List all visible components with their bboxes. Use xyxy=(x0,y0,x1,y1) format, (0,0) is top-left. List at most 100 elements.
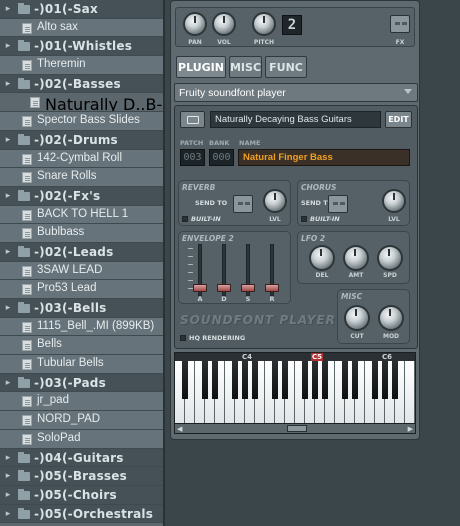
browser-file[interactable]: Tubular Bells xyxy=(0,355,163,374)
patch-name-field[interactable]: Natural Finger Bass xyxy=(238,149,410,166)
browser-file[interactable]: 1115_Bell_.MI (899KB) xyxy=(0,317,163,337)
soundfont-file-field[interactable]: Naturally Decaying Bass Guitars xyxy=(210,111,381,128)
piano-black-key[interactable] xyxy=(182,361,188,399)
piano-black-key[interactable] xyxy=(212,361,218,399)
browser-file[interactable]: 142-Cymbal Roll xyxy=(0,149,163,169)
browser-folder[interactable]: ▸ -)02(-Fx's xyxy=(0,186,163,206)
expand-arrow-icon[interactable]: ▸ xyxy=(3,453,13,463)
browser-folder[interactable]: ▸ -)05(-Orchestrals xyxy=(0,504,163,524)
reverb-send-button[interactable] xyxy=(233,195,253,213)
browser-file[interactable]: Snare Rolls xyxy=(0,168,163,187)
cutoff-knob[interactable] xyxy=(346,307,368,329)
chorus-level-knob[interactable] xyxy=(384,191,404,211)
browser-item-label: Bells xyxy=(37,338,62,351)
expand-arrow-icon[interactable]: ▸ xyxy=(3,509,13,519)
piano-black-key[interactable] xyxy=(202,361,208,399)
keyboard-scroll-thumb[interactable] xyxy=(287,425,307,432)
browser-folder[interactable]: ▸ -)02(-Drums xyxy=(0,130,163,150)
browser-file[interactable]: Bells xyxy=(0,336,163,356)
browser-folder[interactable]: ▸ -)02(-Leads xyxy=(0,242,163,262)
edit-button[interactable]: EDIT xyxy=(385,111,412,128)
plugin-select[interactable]: Fruity soundfont player xyxy=(174,83,418,102)
browser-folder[interactable]: ▸ -)01(-Sax xyxy=(0,0,163,19)
attack-slider-handle[interactable] xyxy=(193,284,207,292)
browser-item-label: -)01(-Whistles xyxy=(34,39,133,54)
browser-folder[interactable]: ▸ -)01(-Whistles xyxy=(0,37,163,57)
browser-folder[interactable]: ▸ -)02(-Basses xyxy=(0,74,163,94)
piano-black-key[interactable] xyxy=(232,361,238,399)
pitch-knob[interactable] xyxy=(254,14,274,34)
browser-file-selected[interactable]: Naturally D..B-Guitars xyxy=(0,93,163,113)
tab-misc[interactable]: MISC xyxy=(229,56,262,78)
piano-black-key[interactable] xyxy=(342,361,348,399)
expand-arrow-icon[interactable]: ▸ xyxy=(3,135,13,145)
piano-black-key[interactable] xyxy=(382,361,388,399)
chorus-builtin-checkbox[interactable] xyxy=(301,216,307,222)
tab-func[interactable]: FUNC xyxy=(265,56,307,78)
browser-folder[interactable]: ▸ -)03(-Bells xyxy=(0,299,163,318)
pan-knob[interactable] xyxy=(185,14,205,34)
browser-folder[interactable]: ▸ -)05(-Choirs xyxy=(0,485,163,505)
keyboard-scrollbar[interactable]: ◀ ▶ xyxy=(175,423,415,433)
fx-send-button[interactable] xyxy=(390,15,410,33)
browser-file[interactable]: NORD_PAD xyxy=(0,411,163,430)
browser-file[interactable]: Theremin xyxy=(0,56,163,75)
piano-black-key[interactable] xyxy=(282,361,288,399)
tab-plugin[interactable]: PLUGIN xyxy=(176,56,226,78)
lfo-speed-label: SPD xyxy=(383,272,397,279)
browser-folder[interactable]: ▸ -)04(-Guitars xyxy=(0,448,163,468)
piano-black-key[interactable] xyxy=(322,361,328,399)
bank-number[interactable]: 000 xyxy=(209,149,234,166)
browser-file[interactable]: Alto sax xyxy=(0,18,163,38)
browser-item-label: NORD_PAD xyxy=(37,413,101,426)
release-slider-handle[interactable] xyxy=(265,284,279,292)
browser-folder[interactable]: ▸ -)03(-Pads xyxy=(0,373,163,393)
modulation-knob[interactable] xyxy=(380,307,402,329)
piano-black-key[interactable] xyxy=(302,361,308,399)
browser-file[interactable]: jr_pad xyxy=(0,392,163,412)
piano-black-key[interactable] xyxy=(312,361,318,399)
piano-black-key[interactable] xyxy=(372,361,378,399)
piano-black-key[interactable] xyxy=(242,361,248,399)
decay-slider-handle[interactable] xyxy=(217,284,231,292)
browser-file[interactable]: Spector Bass Slides xyxy=(0,112,163,131)
scroll-right-icon[interactable]: ▶ xyxy=(408,425,413,433)
browser-item-label: -)05(-Brasses xyxy=(34,469,127,484)
reverb-builtin-checkbox[interactable] xyxy=(182,216,188,222)
browser-folder[interactable]: ▸ -)05(-Brasses xyxy=(0,467,163,486)
lfo-delay-knob[interactable] xyxy=(311,247,333,269)
hq-rendering-checkbox[interactable] xyxy=(180,335,186,341)
expand-arrow-icon[interactable]: ▸ xyxy=(3,191,13,201)
browser-file[interactable]: BACK TO HELL 1 xyxy=(0,205,163,225)
lfo-title: LFO 2 xyxy=(301,234,326,243)
expand-arrow-icon[interactable]: ▸ xyxy=(3,41,13,51)
piano-white-key[interactable] xyxy=(405,361,415,423)
expand-arrow-icon[interactable]: ▸ xyxy=(3,303,13,313)
piano-black-key[interactable] xyxy=(352,361,358,399)
open-folder-button[interactable] xyxy=(180,111,205,128)
sustain-slider-handle[interactable] xyxy=(241,284,255,292)
folder-icon xyxy=(18,488,30,500)
chorus-send-button[interactable] xyxy=(328,195,348,213)
scroll-left-icon[interactable]: ◀ xyxy=(177,425,182,433)
piano-black-key[interactable] xyxy=(272,361,278,399)
volume-knob[interactable] xyxy=(214,14,234,34)
pitch-range-display[interactable]: 2 xyxy=(282,15,302,35)
piano-black-key[interactable] xyxy=(252,361,258,399)
reverb-level-knob[interactable] xyxy=(265,191,285,211)
lfo-amount-knob[interactable] xyxy=(345,247,367,269)
piano-keyboard[interactable]: ◀ ▶ C4 C5 C6 xyxy=(174,352,416,434)
expand-arrow-icon[interactable]: ▸ xyxy=(3,79,13,89)
piano-black-key[interactable] xyxy=(392,361,398,399)
browser-file[interactable]: Pro53 Lead xyxy=(0,280,163,299)
browser-file[interactable]: Bublbass xyxy=(0,224,163,243)
expand-arrow-icon[interactable]: ▸ xyxy=(3,4,13,14)
expand-arrow-icon[interactable]: ▸ xyxy=(3,378,13,388)
browser-file[interactable]: SoloPad xyxy=(0,429,163,449)
patch-number[interactable]: 003 xyxy=(180,149,205,166)
lfo-speed-knob[interactable] xyxy=(379,247,401,269)
expand-arrow-icon[interactable]: ▸ xyxy=(3,471,13,481)
expand-arrow-icon[interactable]: ▸ xyxy=(3,490,13,500)
browser-file[interactable]: 3SAW LEAD xyxy=(0,261,163,281)
expand-arrow-icon[interactable]: ▸ xyxy=(3,247,13,257)
